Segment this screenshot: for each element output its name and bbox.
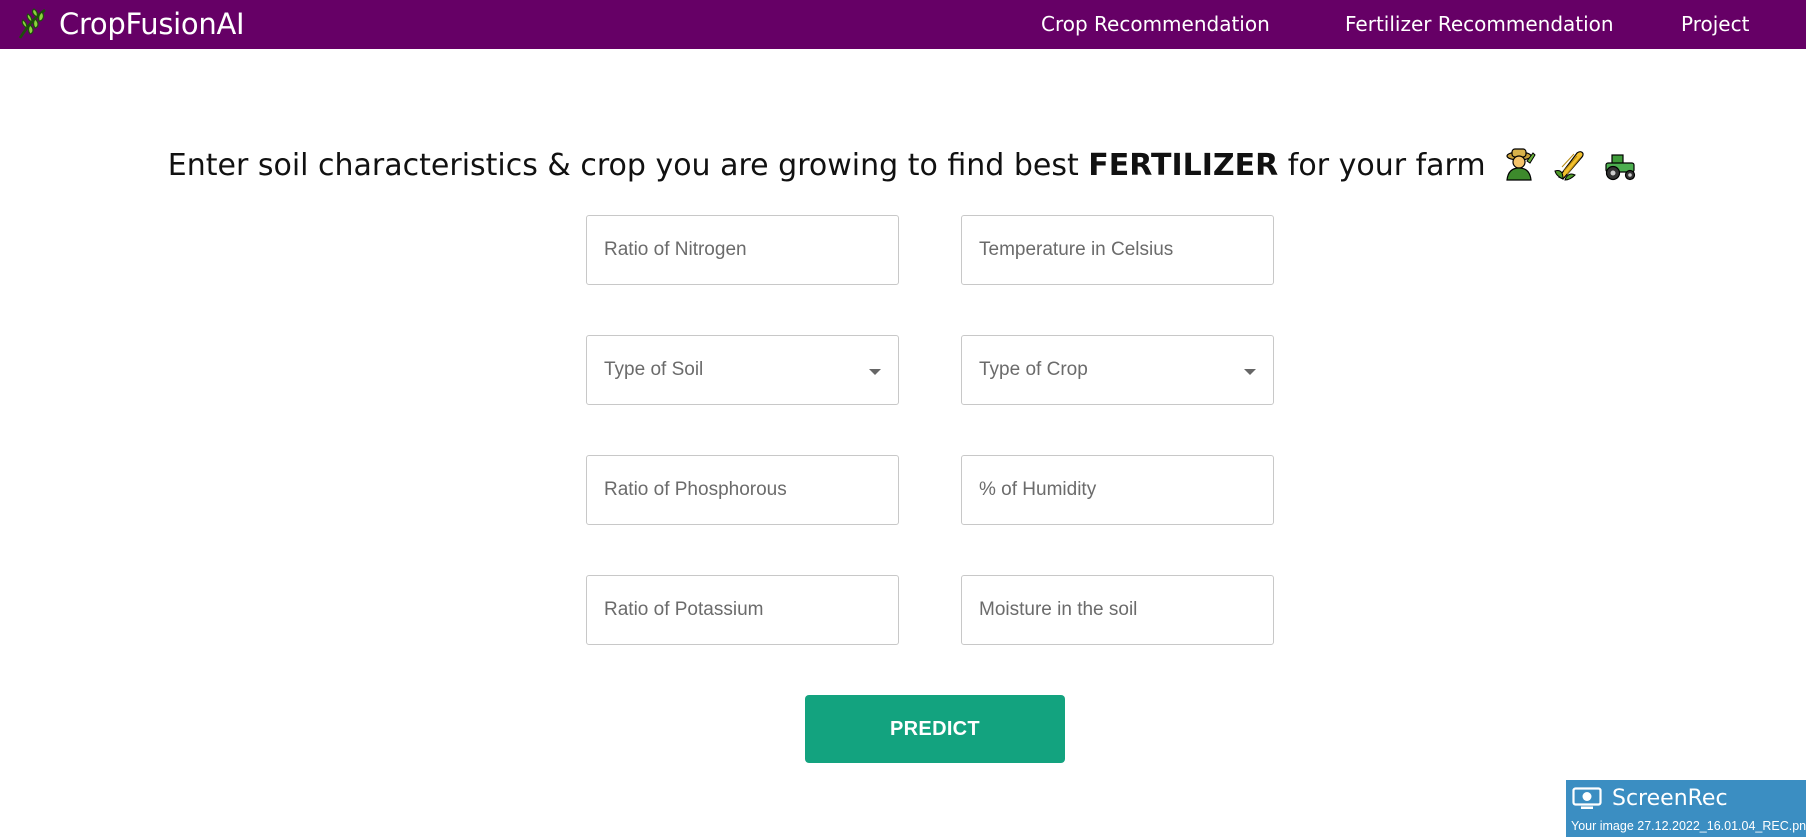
crop-type-label: Type of Crop <box>979 359 1088 380</box>
screenrec-caption: Your image 27.12.2022_16.01.04_REC.png <box>1571 819 1806 833</box>
moisture-input[interactable] <box>979 599 1273 621</box>
tractor-emoji-icon <box>1605 154 1636 181</box>
brand-name: CropFusionAI <box>59 7 245 41</box>
screenrec-overlay[interactable]: ScreenRec Your image 27.12.2022_16.01.04… <box>1566 780 1806 837</box>
nav-project[interactable]: Project <box>1681 12 1749 36</box>
predict-button[interactable]: PREDICT <box>805 695 1065 763</box>
screenrec-title: ScreenRec <box>1612 786 1728 811</box>
temperature-input[interactable] <box>979 239 1273 261</box>
humidity-input[interactable] <box>979 479 1273 501</box>
monitor-icon <box>1572 786 1602 809</box>
phosphorous-input[interactable] <box>604 479 898 501</box>
chevron-down-icon <box>1244 369 1256 375</box>
nav-crop-recommendation[interactable]: Crop Recommendation <box>1041 12 1270 36</box>
heading-text-before: Enter soil characteristics & crop you ar… <box>167 148 1089 183</box>
farmer-emoji-icon <box>1506 148 1536 181</box>
phosphorous-field[interactable] <box>586 455 899 525</box>
soil-type-select[interactable]: Type of Soil <box>586 335 899 405</box>
nitrogen-input[interactable] <box>604 239 898 261</box>
brand[interactable]: CropFusionAI <box>15 7 245 41</box>
potassium-input[interactable] <box>604 599 898 621</box>
potassium-field[interactable] <box>586 575 899 645</box>
nav-fertilizer-recommendation[interactable]: Fertilizer Recommendation <box>1345 12 1614 36</box>
soil-type-label: Type of Soil <box>604 359 704 380</box>
heading-bold-word: FERTILIZER <box>1088 148 1279 183</box>
humidity-field[interactable] <box>961 455 1274 525</box>
navbar: CropFusionAI Crop Recommendation Fertili… <box>0 0 1806 49</box>
leaf-icon <box>18 8 46 39</box>
crop-type-select[interactable]: Type of Crop <box>961 335 1274 405</box>
corn-emoji-icon <box>1554 151 1584 181</box>
nitrogen-field[interactable] <box>586 215 899 285</box>
moisture-field[interactable] <box>961 575 1274 645</box>
screenrec-header: ScreenRec <box>1572 786 1728 811</box>
heading-text-after: for your farm <box>1278 148 1486 183</box>
page-heading: Enter soil characteristics & crop you ar… <box>0 147 1806 183</box>
temperature-field[interactable] <box>961 215 1274 285</box>
chevron-down-icon <box>869 369 881 375</box>
